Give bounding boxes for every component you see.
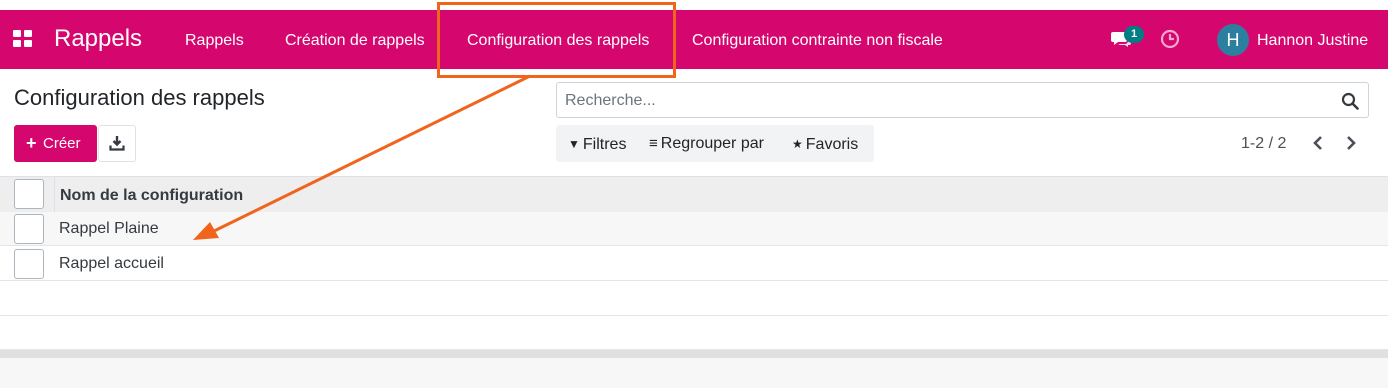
list-footer <box>0 350 1388 358</box>
clock-icon[interactable] <box>1160 29 1180 49</box>
create-button-label: Créer <box>43 135 81 152</box>
pager-value[interactable]: 1-2 / 2 <box>1241 134 1286 154</box>
column-divider <box>54 177 55 213</box>
plus-icon: + <box>26 133 37 153</box>
search-box <box>556 82 1369 118</box>
apps-grid-icon[interactable] <box>13 30 33 48</box>
menu-item-rappels[interactable]: Rappels <box>185 31 244 51</box>
filters-label: Filtres <box>582 136 627 153</box>
menu-item-creation-rappels[interactable]: Création de rappels <box>285 31 425 51</box>
chevron-right-icon[interactable] <box>1342 133 1360 153</box>
search-icon[interactable] <box>1341 92 1359 110</box>
filter-icon: ▼ <box>568 137 580 151</box>
search-input[interactable] <box>565 91 1325 111</box>
row-checkbox[interactable] <box>14 249 44 279</box>
app-brand[interactable]: Rappels <box>54 25 142 53</box>
favorites-toggle[interactable]: ★ Favoris <box>792 134 858 155</box>
table-row[interactable]: Rappel accueil <box>0 247 1388 281</box>
favorites-label: Favoris <box>805 136 859 153</box>
row-checkbox[interactable] <box>14 214 44 244</box>
annotation-highlight-box <box>437 2 676 78</box>
page-bottom <box>0 358 1388 388</box>
download-icon <box>109 136 125 151</box>
chevron-left-icon[interactable] <box>1309 133 1327 153</box>
search-options-bar: ▼ Filtres ≡ Regrouper par ★ Favoris <box>556 125 874 162</box>
group-by-toggle[interactable]: ≡ Regrouper par <box>649 134 764 154</box>
table-row[interactable]: Rappel Plaine <box>0 212 1388 246</box>
top-bar: Rappels Rappels Création de rappels Conf… <box>0 0 1388 80</box>
user-name[interactable]: Hannon Justine <box>1257 31 1368 51</box>
select-all-checkbox[interactable] <box>14 179 44 209</box>
empty-row <box>0 316 1388 350</box>
column-header-name[interactable]: Nom de la configuration <box>60 186 243 206</box>
export-button[interactable] <box>98 125 136 162</box>
create-button[interactable]: + Créer <box>14 125 97 162</box>
list-icon: ≡ <box>649 135 658 152</box>
star-icon: ★ <box>792 137 803 151</box>
list-header: Nom de la configuration <box>0 176 1388 213</box>
group-by-label: Regrouper par <box>660 135 764 152</box>
messages-badge: 1 <box>1124 26 1144 43</box>
avatar[interactable]: H <box>1217 24 1249 56</box>
menu-item-configuration-contrainte[interactable]: Configuration contrainte non fiscale <box>692 31 943 51</box>
row-name: Rappel Plaine <box>59 220 159 237</box>
page-title: Configuration des rappels <box>14 85 265 110</box>
empty-row <box>0 282 1388 316</box>
navbar: Rappels Rappels Création de rappels Conf… <box>0 10 1388 69</box>
filters-toggle[interactable]: ▼ Filtres <box>568 134 626 155</box>
row-name: Rappel accueil <box>59 255 164 272</box>
